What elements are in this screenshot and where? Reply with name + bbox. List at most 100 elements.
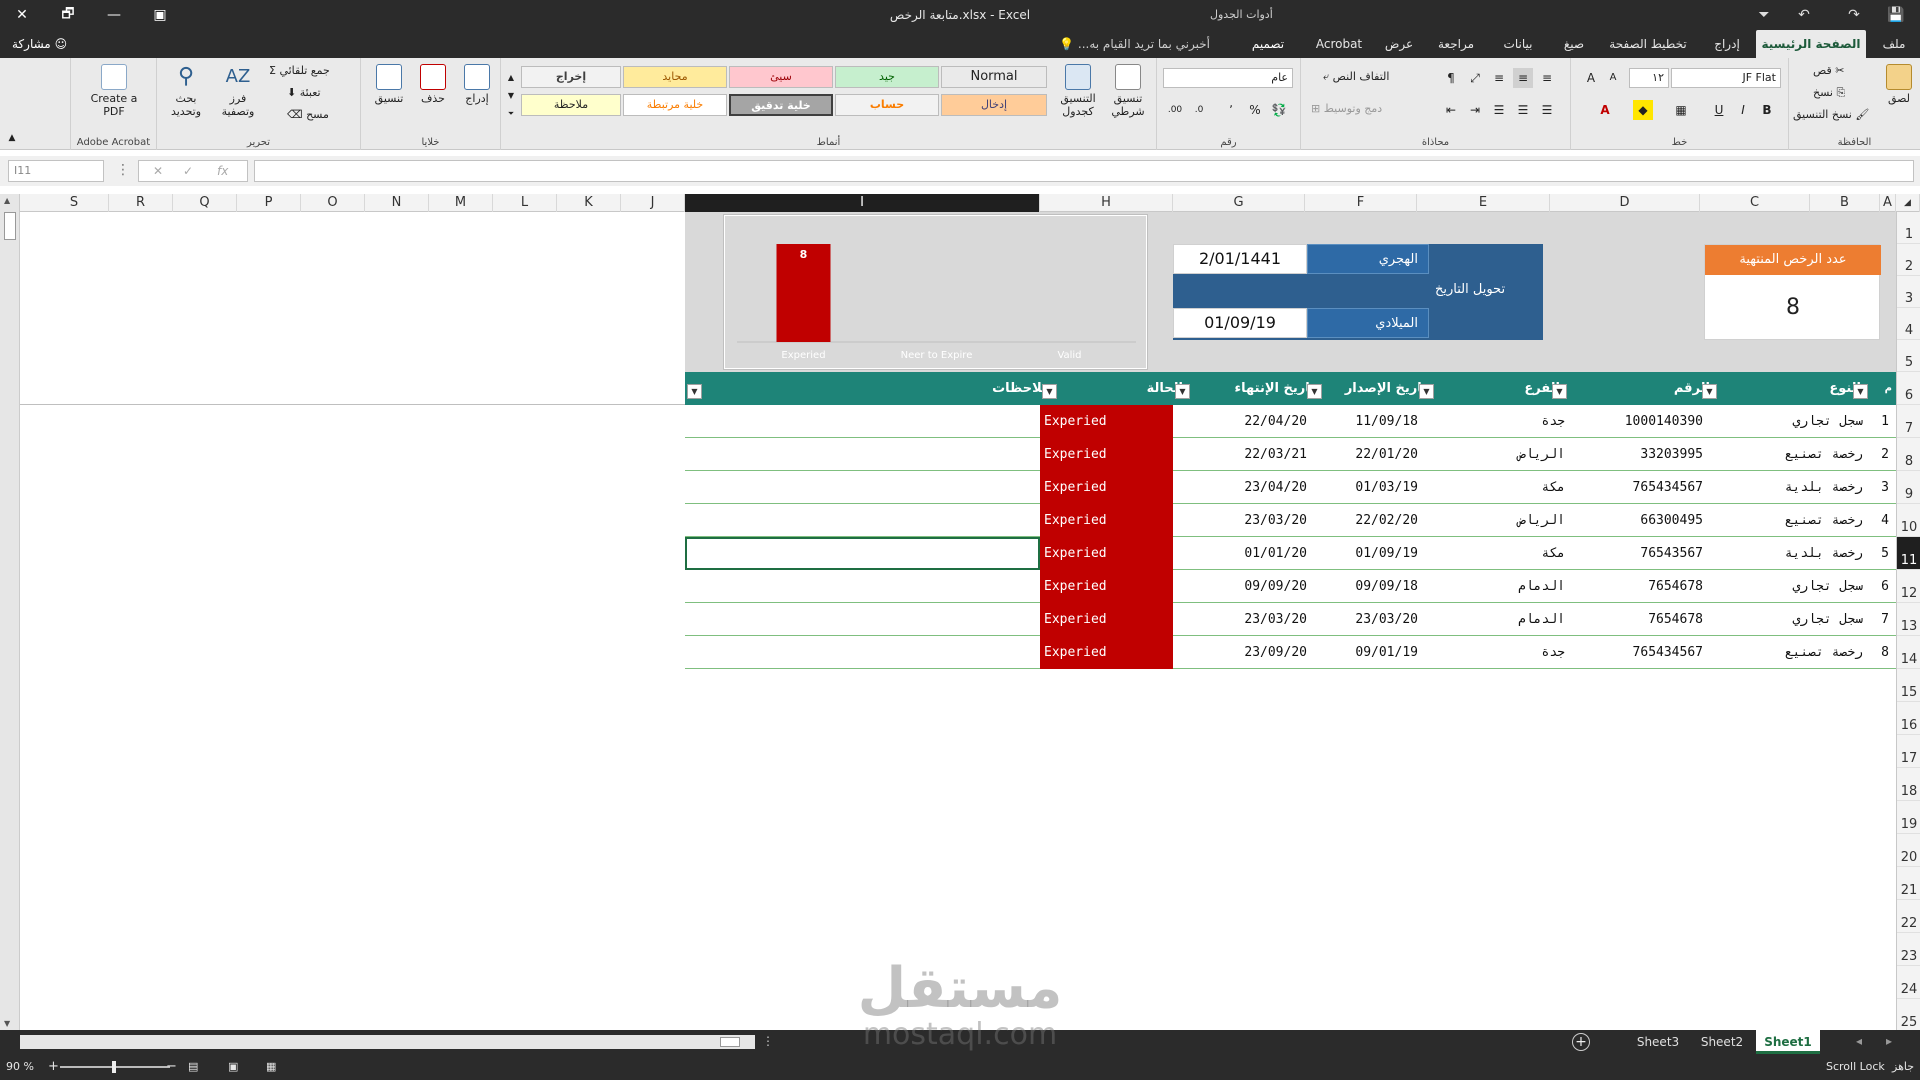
vertical-scrollbar[interactable]: ▲ ▼ — [0, 194, 20, 1030]
column-header[interactable]: H — [1040, 194, 1173, 212]
cell-issue-date[interactable]: 22/02/20 — [1328, 504, 1428, 537]
cancel-entry-icon[interactable]: ✕ — [153, 161, 163, 181]
collapse-ribbon-icon[interactable]: ▲ — [2, 128, 22, 148]
active-cell-selection[interactable] — [685, 537, 1040, 570]
cell-issue-date[interactable]: 01/03/19 — [1328, 471, 1428, 504]
cell-number[interactable]: 33203995 — [1573, 438, 1713, 471]
column-header[interactable]: A — [1880, 194, 1896, 212]
conditional-format-button[interactable]: تنسيق شرطي — [1103, 64, 1153, 118]
align-left-icon[interactable]: ☰ — [1489, 100, 1509, 120]
column-header[interactable]: Q — [173, 194, 237, 212]
row-header[interactable]: 17 — [1897, 735, 1920, 768]
cell-status[interactable]: Experied — [1040, 405, 1173, 438]
cell-number[interactable]: 76543567 — [1573, 537, 1713, 570]
row-header[interactable]: 4 — [1897, 308, 1920, 340]
underline-button[interactable]: U — [1709, 100, 1729, 120]
filter-dropdown-icon[interactable]: ▼ — [1419, 384, 1434, 399]
tab-insert[interactable]: إدراج — [1702, 30, 1752, 58]
row-header[interactable]: 8 — [1897, 438, 1920, 471]
row-header[interactable]: 23 — [1897, 933, 1920, 966]
sheet-tab-sheet3[interactable]: Sheet3 — [1628, 1030, 1688, 1054]
cell-branch[interactable]: الرياض — [1440, 438, 1565, 471]
cell-branch[interactable]: مكة — [1440, 537, 1565, 570]
zoom-in-icon[interactable]: + — [48, 1054, 59, 1080]
style-output[interactable]: إخراج — [521, 66, 621, 88]
delete-cells-button[interactable]: حذف — [413, 64, 453, 105]
name-box[interactable]: I11 — [8, 160, 104, 182]
row-header[interactable]: 11 — [1897, 537, 1920, 570]
cell-branch[interactable]: الدمام — [1440, 570, 1565, 603]
row-header[interactable]: 16 — [1897, 702, 1920, 735]
prev-sheet-icon[interactable]: ◂ — [1856, 1034, 1862, 1048]
share-button[interactable]: مشاركة ☺ — [12, 34, 67, 54]
cell-status[interactable]: Experied — [1040, 636, 1173, 669]
cell-number[interactable]: 1000140390 — [1573, 405, 1713, 438]
decrease-decimal-icon[interactable]: .00 — [1165, 100, 1185, 120]
column-header[interactable]: K — [557, 194, 621, 212]
percent-button[interactable]: % — [1245, 100, 1265, 120]
table-row[interactable]: 2 رخصة تصنيع 33203995 الرياض 22/01/20 22/03/2… — [685, 438, 1896, 471]
select-all-corner-icon[interactable]: ◢ — [1896, 194, 1920, 212]
cell-index[interactable]: 4 — [1875, 504, 1895, 537]
fill-button[interactable]: تعبئة ⬇ — [287, 86, 321, 99]
cell-number[interactable]: 765434567 — [1573, 471, 1713, 504]
row-header[interactable]: 24 — [1897, 966, 1920, 999]
row-header[interactable]: 10 — [1897, 504, 1920, 537]
table-row[interactable]: 8 رخصة تصنيع 765434567 جدة 09/01/19 23/09/20 E… — [685, 636, 1896, 669]
style-normal[interactable]: Normal — [941, 66, 1047, 88]
cell-type[interactable]: رخصة تصنيع — [1723, 504, 1863, 537]
next-sheet-icon[interactable]: ▸ — [1886, 1034, 1892, 1048]
zoom-level[interactable]: 90 % — [6, 1054, 34, 1080]
column-header[interactable]: G — [1173, 194, 1305, 212]
format-as-table-button[interactable]: التنسيق كجدول — [1053, 64, 1103, 118]
status-chart[interactable]: 8 Experied Neer to Expire Valid — [723, 214, 1148, 370]
more-options-icon[interactable]: ⋮ — [116, 162, 130, 178]
vertical-scroll-thumb[interactable] — [4, 212, 16, 240]
cell-index[interactable]: 6 — [1875, 570, 1895, 603]
horizontal-scrollbar[interactable] — [20, 1035, 755, 1049]
cell-issue-date[interactable]: 22/01/20 — [1328, 438, 1428, 471]
customize-qat-icon[interactable]: ⏷ — [1750, 0, 1778, 30]
table-row[interactable]: 3 رخصة بلدية 765434567 مكة 01/03/19 23/04/20 E… — [685, 471, 1896, 504]
cut-button[interactable]: ✂ قص — [1813, 64, 1844, 77]
row-header[interactable]: 6 — [1897, 372, 1920, 405]
filter-dropdown-icon[interactable]: ▼ — [1853, 384, 1868, 399]
column-header[interactable]: P — [237, 194, 301, 212]
cell-type[interactable]: رخصة بلدية — [1723, 471, 1863, 504]
accounting-format-icon[interactable]: 💱 — [1269, 100, 1289, 120]
cell-notes[interactable] — [685, 471, 1040, 504]
page-break-view-icon[interactable]: ▤ — [188, 1054, 198, 1080]
minimize-icon[interactable]: — — [96, 0, 132, 30]
decrease-indent-icon[interactable]: ⇤ — [1441, 100, 1461, 120]
hijri-date-value[interactable]: 2/01/1441 — [1173, 244, 1307, 274]
copy-button[interactable]: ⎘ نسخ — [1813, 86, 1845, 100]
row-header[interactable]: 1 — [1897, 212, 1920, 244]
column-header[interactable]: D — [1550, 194, 1700, 212]
fill-color-icon[interactable]: ◆ — [1633, 100, 1653, 120]
row-header[interactable]: 3 — [1897, 276, 1920, 308]
increase-decimal-icon[interactable]: .0 — [1189, 100, 1209, 120]
style-good[interactable]: جيد — [835, 66, 939, 88]
cell-notes[interactable] — [685, 570, 1040, 603]
sort-filter-button[interactable]: AZ فرز وتصفية — [213, 64, 263, 118]
row-header[interactable]: 25 — [1897, 999, 1920, 1032]
cell-notes[interactable] — [685, 405, 1040, 438]
column-header[interactable]: O — [301, 194, 365, 212]
autosum-button[interactable]: جمع تلقائي Σ — [269, 64, 330, 77]
column-header[interactable]: S — [40, 194, 109, 212]
styles-scroll-down-icon[interactable]: ▼ — [501, 86, 521, 106]
cell-expiry-date[interactable]: 23/03/20 — [1195, 504, 1317, 537]
horizontal-scroll-thumb[interactable] — [720, 1037, 740, 1047]
styles-more-icon[interactable]: ⏷ — [501, 104, 521, 124]
cell-status[interactable]: Experied — [1040, 537, 1173, 570]
tab-review[interactable]: مراجعة — [1426, 30, 1486, 58]
cell-number[interactable]: 66300495 — [1573, 504, 1713, 537]
column-header[interactable]: R — [109, 194, 173, 212]
style-input[interactable]: إدخال — [941, 94, 1047, 116]
cell-notes[interactable] — [685, 438, 1040, 471]
column-header[interactable]: N — [365, 194, 429, 212]
insert-cells-button[interactable]: إدراج — [457, 64, 497, 105]
row-header[interactable]: 13 — [1897, 603, 1920, 636]
align-middle-icon[interactable]: ≡ — [1513, 68, 1533, 88]
cell-expiry-date[interactable]: 22/03/21 — [1195, 438, 1317, 471]
